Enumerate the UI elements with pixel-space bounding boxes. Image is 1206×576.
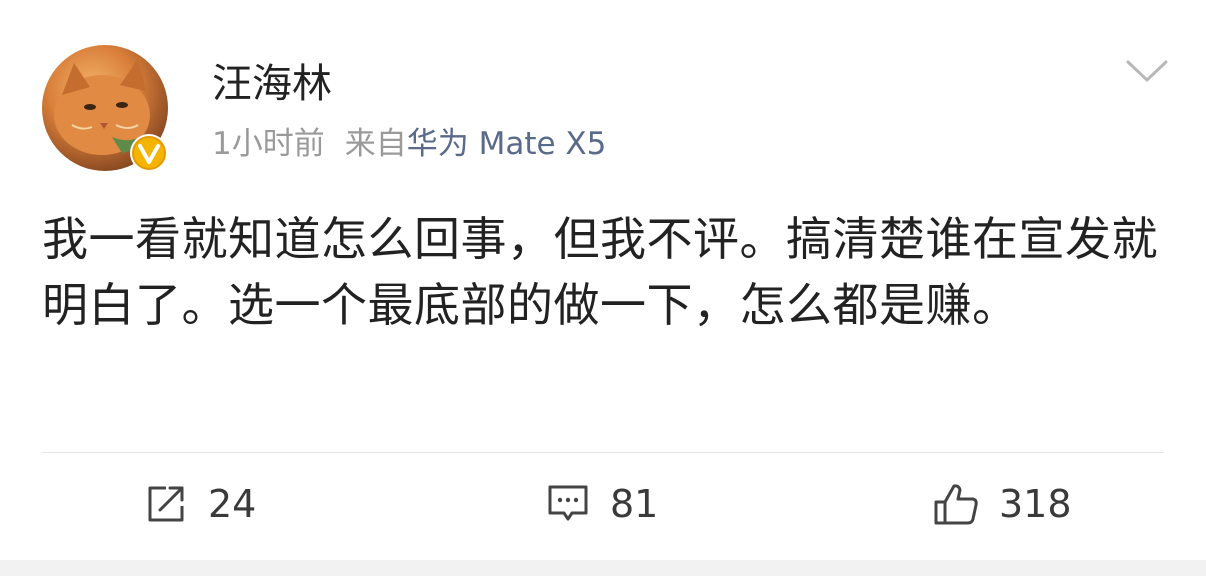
- post-text: 我一看就知道怎么回事，但我不评。搞清楚谁在宣发就明白了。选一个最底部的做一下，怎…: [42, 212, 1158, 332]
- post-meta: 1小时前 来自华为 Mate X5: [212, 124, 606, 164]
- comment-count: 81: [610, 482, 659, 526]
- share-icon: [148, 486, 184, 522]
- like-count: 318: [999, 482, 1072, 526]
- source-prefix: 来自: [344, 126, 407, 162]
- divider: [42, 452, 1164, 453]
- post-time: 1小时前: [212, 126, 325, 162]
- weibo-post-card: 汪海林 1小时前 来自华为 Mate X5 我一看就知道怎么回事，但我不评。搞清楚…: [0, 0, 1206, 560]
- comment-icon: [548, 485, 588, 521]
- bottom-spacer: [0, 560, 1206, 576]
- chevron-down-icon[interactable]: [1124, 56, 1170, 86]
- like-button[interactable]: 318: [933, 480, 1072, 528]
- thumbs-up-icon: [934, 484, 978, 525]
- author-name[interactable]: 汪海林: [212, 60, 332, 108]
- comment-button[interactable]: 81: [546, 480, 658, 528]
- repost-count: 24: [208, 482, 257, 526]
- source-device[interactable]: 华为 Mate X5: [407, 126, 607, 162]
- verified-v-icon: [130, 134, 168, 172]
- repost-button[interactable]: 24: [146, 480, 256, 528]
